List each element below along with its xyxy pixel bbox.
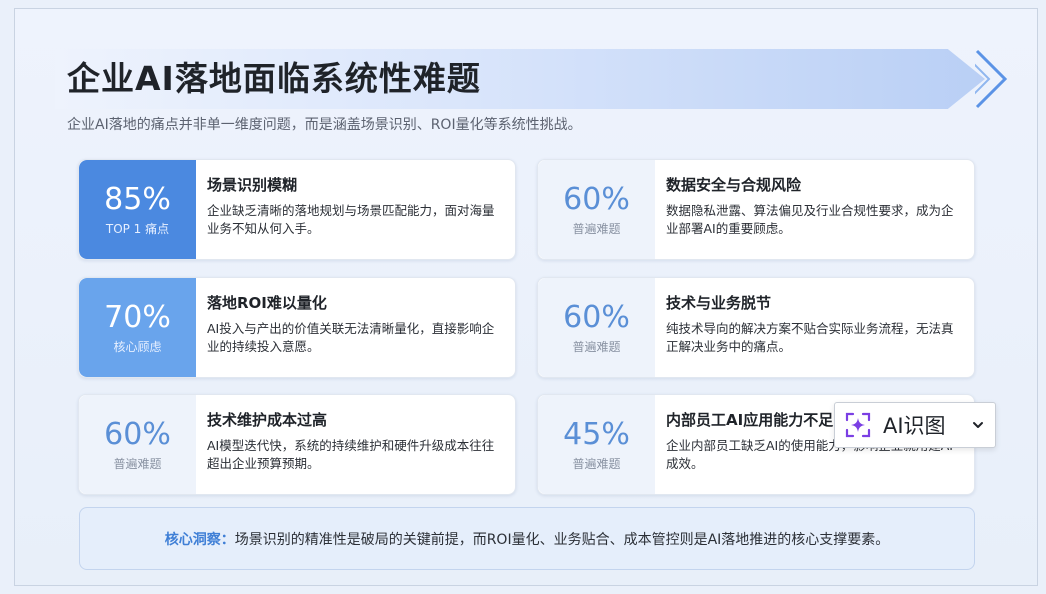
insight-text: 场景识别的精准性是破局的关键前提，而ROI量化、业务贴合、成本管控则是AI落地推… [234, 531, 890, 548]
stat-percent: 45% [563, 416, 630, 452]
card-maintenance-cost: 60% 普遍难题 技术维护成本过高 AI模型迭代快，系统的持续维护和硬件升级成本… [78, 394, 516, 495]
page-subtitle: 企业AI落地的痛点并非单一维度问题，而是涵盖场景识别、ROI量化等系统性挑战。 [67, 117, 582, 133]
page-title: 企业AI落地面临系统性难题 [67, 59, 481, 98]
stat-block: 45% 普遍难题 [538, 395, 655, 494]
card-title: 数据安全与合规风险 [666, 176, 802, 194]
slide: 企业AI落地面临系统性难题 企业AI落地的痛点并非单一维度问题，而是涵盖场景识别… [14, 8, 1038, 586]
stat-percent: 70% [104, 299, 171, 335]
card-roi-quantification: 70% 核心顾虑 落地ROI难以量化 AI投入与产出的价值关联无法清晰量化，直接… [78, 277, 516, 378]
chevron-down-icon[interactable] [971, 418, 985, 432]
card-body: 技术与业务脱节 纯技术导向的解决方案不贴合实际业务流程，无法真正解决业务中的痛点… [666, 292, 960, 356]
stat-block: 85% TOP 1 痛点 [79, 160, 196, 259]
card-body: 技术维护成本过高 AI模型迭代快，系统的持续维护和硬件升级成本往往超出企业预算预… [207, 409, 501, 473]
card-tech-business-gap: 60% 普遍难题 技术与业务脱节 纯技术导向的解决方案不贴合实际业务流程，无法真… [537, 277, 975, 378]
stat-tag: TOP 1 痛点 [105, 221, 170, 236]
stat-block: 70% 核心顾虑 [79, 278, 196, 377]
card-description: 纯技术导向的解决方案不贴合实际业务流程，无法真正解决业务中的痛点。 [666, 321, 954, 354]
stat-block: 60% 普遍难题 [538, 278, 655, 377]
card-scene-identification: 85% TOP 1 痛点 场景识别模糊 企业缺乏清晰的落地规划与场景匹配能力，面… [78, 159, 516, 260]
stat-percent: 85% [104, 181, 171, 217]
ai-widget-label: AI识图 [883, 414, 946, 438]
card-data-security: 60% 普遍难题 数据安全与合规风险 数据隐私泄露、算法偏见及行业合规性要求，成… [537, 159, 975, 260]
card-title: 落地ROI难以量化 [207, 294, 327, 312]
stat-tag: 普遍难题 [572, 221, 621, 236]
card-description: AI模型迭代快，系统的持续维护和硬件升级成本往往超出企业预算预期。 [207, 438, 495, 471]
card-description: 企业缺乏清晰的落地规划与场景匹配能力，面对海量业务不知从何入手。 [207, 203, 495, 236]
card-title: 技术维护成本过高 [207, 411, 328, 429]
stat-tag: 普遍难题 [572, 339, 621, 354]
stat-percent: 60% [104, 416, 171, 452]
banner-arrow-icon [975, 49, 1008, 109]
card-title: 技术与业务脱节 [666, 294, 772, 312]
stat-percent: 60% [563, 181, 630, 217]
card-description: 数据隐私泄露、算法偏见及行业合规性要求，成为企业部署AI的重要顾虑。 [666, 203, 954, 236]
card-body: 场景识别模糊 企业缺乏清晰的落地规划与场景匹配能力，面对海量业务不知从何入手。 [207, 174, 501, 238]
card-description: AI投入与产出的价值关联无法清晰量化，直接影响企业的持续投入意愿。 [207, 321, 495, 354]
stat-percent: 60% [563, 299, 630, 335]
stat-tag: 核心顾虑 [113, 339, 162, 354]
card-body: 数据安全与合规风险 数据隐私泄露、算法偏见及行业合规性要求，成为企业部署AI的重… [666, 174, 960, 238]
stat-tag: 普遍难题 [113, 456, 162, 471]
core-insight-bar: 核心洞察： 场景识别的精准性是破局的关键前提，而ROI量化、业务贴合、成本管控则… [79, 507, 975, 570]
card-body: 落地ROI难以量化 AI投入与产出的价值关联无法清晰量化，直接影响企业的持续投入… [207, 292, 501, 356]
insight-label: 核心洞察： [164, 531, 235, 548]
ai-image-recognition-button[interactable]: AI识图 [834, 402, 996, 448]
card-title: 场景识别模糊 [207, 176, 298, 194]
stat-block: 60% 普遍难题 [79, 395, 196, 494]
stat-block: 60% 普遍难题 [538, 160, 655, 259]
stat-tag: 普遍难题 [572, 456, 621, 471]
sparkle-scan-icon [845, 412, 871, 438]
